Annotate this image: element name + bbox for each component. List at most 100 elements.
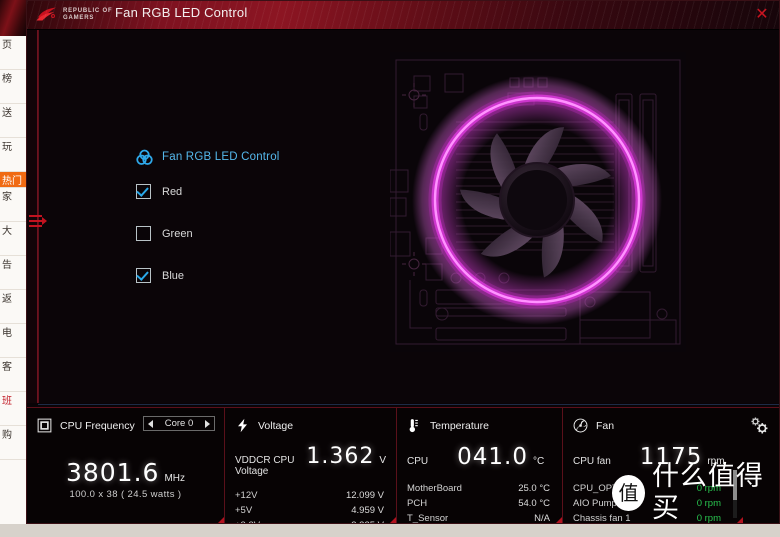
main-stage: Fan RGB LED Control Red Green Blue: [38, 30, 779, 403]
temperature-lead-label: CPU: [407, 456, 429, 467]
voltage-row-label: +3.3V: [235, 518, 260, 523]
rog-brand-line-2: GAMERS: [63, 15, 95, 21]
fan-row-label: Chassis fan 1: [573, 513, 631, 524]
cpu-frequency-value-row: 3801.6 MHz: [37, 458, 214, 487]
fan-row: AIO Pump 0 rpm: [573, 496, 723, 511]
checkbox-row-green[interactable]: Green: [136, 225, 366, 242]
temperature-lead-unit: °C: [532, 456, 545, 467]
green-checkbox[interactable]: [136, 226, 151, 241]
fan-list-scrollbar-thumb[interactable]: [733, 470, 737, 500]
fan-lead-row: CPU fan 1175 rpm: [573, 444, 733, 470]
fan-header: Fan: [573, 417, 733, 434]
rog-brand-line-1: REPUBLIC OF: [63, 8, 113, 14]
motherboard-fan-illustration: [390, 52, 686, 352]
cpu-frequency-title: CPU Frequency: [60, 419, 135, 432]
fan-row-value: 0 rpm: [696, 483, 721, 494]
cpu-frequency-detail: 100.0 x 38 ( 24.5 watts ): [69, 489, 182, 500]
voltage-row-value: 12.099 V: [345, 490, 384, 501]
rog-logo-icon: [36, 7, 56, 21]
temperature-row: PCH 54.0 °C: [407, 496, 552, 511]
fan-row-label: AIO Pump: [573, 498, 617, 509]
title-bar: REPUBLIC OF GAMERS Fan RGB LED Control ✕: [27, 1, 779, 30]
expand-menu-icon[interactable]: [28, 210, 50, 234]
background-banner: [0, 0, 26, 36]
fan-row: Chassis fan 1 0 rpm: [573, 511, 723, 524]
voltage-row: +12V 12.099 V: [235, 488, 386, 503]
background-row: 客: [0, 358, 26, 392]
gears-icon[interactable]: [749, 416, 771, 436]
voltage-lead-unit: V: [379, 455, 386, 466]
fan-row-value: 0 rpm: [696, 498, 721, 509]
cpu-chip-icon: [37, 418, 52, 433]
background-row: 榜: [0, 70, 26, 104]
background-rows: 页 榜 送 玩 热门 家 大 告 返 电 客 班 购: [0, 36, 26, 460]
temperature-title: Temperature: [430, 419, 489, 432]
hardware-monitor-strip: CPU Frequency Core 0 3801.6 MHz 100.0 x …: [27, 407, 779, 524]
rgb-circles-icon: [136, 149, 153, 165]
temperature-row-label: PCH: [407, 498, 428, 509]
fan-lead-value: 1175: [639, 444, 703, 470]
background-row: 返: [0, 290, 26, 324]
background-row: 电: [0, 324, 26, 358]
core-prev-icon[interactable]: [148, 419, 153, 428]
temperature-row-value: 54.0 °C: [518, 498, 550, 509]
menu-line: [29, 220, 42, 222]
fan-row-label: CPU_OPT: [573, 483, 618, 494]
cpu-frequency-value: 3801.6: [65, 458, 160, 487]
background-webpage[interactable]: 页 榜 送 玩 热门 家 大 告 返 电 客 班 购: [0, 0, 26, 537]
temperature-row: T_Sensor N/A: [407, 511, 552, 524]
temperature-rows: MotherBoard 25.0 °C PCH 54.0 °C T_Sensor…: [407, 481, 552, 524]
thermometer-icon: [409, 419, 418, 433]
background-row: 送: [0, 104, 26, 138]
voltage-row-label: +12V: [235, 490, 258, 501]
temperature-header: Temperature: [407, 417, 552, 434]
red-checkbox[interactable]: [136, 184, 151, 199]
menu-line: [29, 215, 42, 217]
fan-rows: CPU_OPT 0 rpm AIO Pump 0 rpm Chassis fan…: [573, 481, 733, 524]
voltage-row: +5V 4.959 V: [235, 503, 386, 518]
fan-rgb-led-control-window: REPUBLIC OF GAMERS Fan RGB LED Control ✕: [26, 0, 780, 524]
close-icon[interactable]: ✕: [751, 5, 773, 25]
voltage-panel: Voltage VDDCR CPU Voltage 1.362 V +12V 1…: [225, 408, 397, 523]
fan-row: CPU_OPT 0 rpm: [573, 481, 723, 496]
background-row: 班: [0, 392, 26, 426]
core-selector[interactable]: Core 0: [143, 416, 215, 431]
blue-label: Blue: [162, 269, 185, 282]
blue-checkbox[interactable]: [136, 268, 151, 283]
voltage-rows: +12V 12.099 V +5V 4.959 V +3.3V 3.335 V: [235, 488, 386, 523]
fan-lead-label: CPU fan: [573, 456, 611, 467]
fan-row-value: 0 rpm: [696, 513, 721, 524]
core-selected-value: Core 0: [164, 418, 194, 429]
cpu-frequency-unit: MHz: [164, 473, 186, 484]
checkbox-row-red[interactable]: Red: [136, 183, 366, 200]
background-row: 家: [0, 188, 26, 222]
rgb-control-group: Fan RGB LED Control Red Green Blue: [136, 147, 366, 309]
voltage-title: Voltage: [258, 419, 294, 432]
voltage-row-value: 3.335 V: [351, 518, 384, 523]
temperature-panel: Temperature CPU 041.0 °C MotherBoard 25.…: [397, 408, 563, 524]
panel-corner-accent: [734, 517, 743, 523]
checkbox-row-blue[interactable]: Blue: [136, 267, 366, 284]
voltage-row-value: 4.959 V: [351, 505, 384, 516]
window-body: Fan RGB LED Control Red Green Blue CPU F…: [27, 30, 779, 524]
background-row: 告: [0, 256, 26, 290]
temperature-row-value: 25.0 °C: [518, 483, 550, 494]
temperature-lead-value: 041.0: [457, 444, 528, 470]
background-row: 大: [0, 222, 26, 256]
screen: 页 榜 送 玩 热门 家 大 告 返 电 客 班 购 REPUBLIC OF G…: [0, 0, 780, 537]
core-next-icon[interactable]: [204, 419, 210, 428]
panel-corner-accent: [387, 517, 396, 523]
temperature-row-value: N/A: [534, 513, 550, 524]
fan-list-scrollbar[interactable]: [733, 470, 737, 518]
panel-corner-accent: [215, 517, 224, 523]
fan-title: Fan: [596, 419, 615, 432]
menu-line: [29, 225, 42, 227]
background-row: 购: [0, 426, 26, 460]
lightning-bolt-icon: [238, 418, 247, 433]
desktop-bottom-edge: [0, 524, 780, 537]
background-row-highlight: 热门: [0, 172, 26, 188]
fan-icon: [573, 418, 588, 433]
voltage-header: Voltage: [235, 417, 386, 434]
temperature-row-label: MotherBoard: [407, 483, 462, 494]
rgb-control-label: Fan RGB LED Control: [162, 151, 280, 163]
